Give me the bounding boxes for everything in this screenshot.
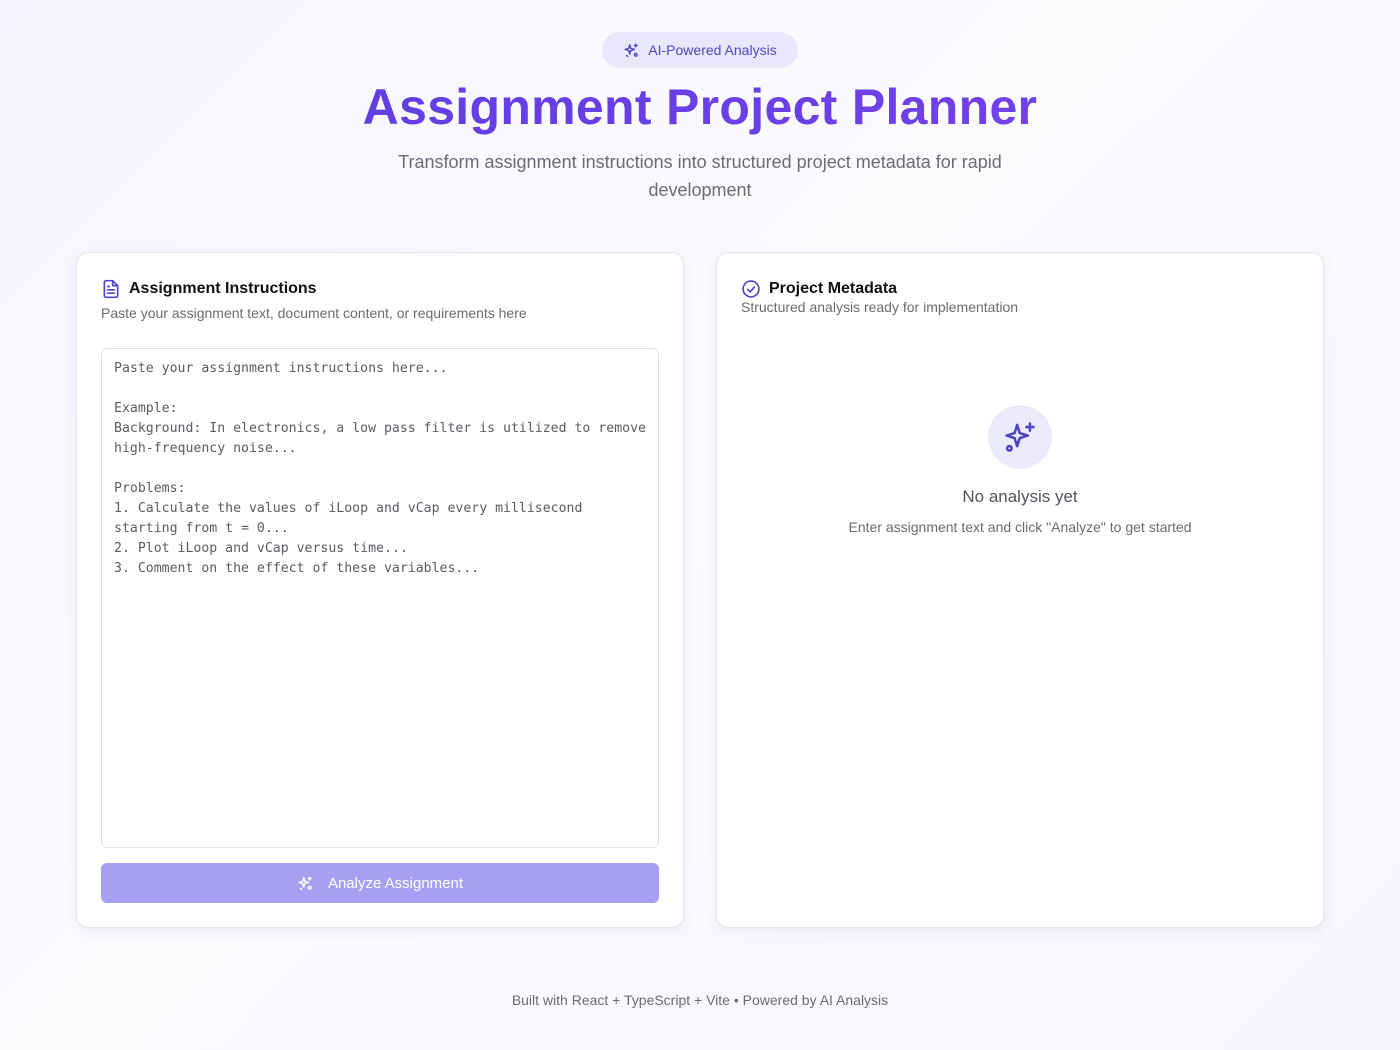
ai-powered-badge: AI-Powered Analysis xyxy=(602,32,798,68)
analyze-button-label: Analyze Assignment xyxy=(327,874,464,892)
empty-state-title: No analysis yet xyxy=(962,487,1078,506)
page-footer: Built with React + TypeScript + Vite • P… xyxy=(511,992,889,1008)
card-title: Project Metadata xyxy=(769,280,898,297)
project-metadata-card: Project Metadata Structured analysis rea… xyxy=(716,252,1324,928)
analyze-assignment-button[interactable]: Analyze Assignment xyxy=(101,863,659,903)
assignment-instructions-card: Assignment Instructions Paste your assig… xyxy=(76,252,684,928)
card-title: Assignment Instructions xyxy=(129,280,317,297)
page-subtitle: Transform assignment instructions into s… xyxy=(398,152,1002,200)
check-circle-icon xyxy=(742,280,760,298)
card-description: Paste your assignment text, document con… xyxy=(101,305,527,321)
page-title: Assignment Project Planner xyxy=(0,78,1400,136)
badge-label: AI-Powered Analysis xyxy=(648,42,777,58)
empty-state-icon-circle xyxy=(988,405,1052,469)
sparkles-icon xyxy=(298,875,312,890)
empty-state-description: Enter assignment text and click "Analyze… xyxy=(848,519,1192,535)
project-metadata-header: Project Metadata xyxy=(741,279,897,299)
assignment-text-input[interactable] xyxy=(101,348,659,848)
sparkles-icon xyxy=(1005,422,1035,452)
document-icon xyxy=(103,279,119,299)
assignment-instructions-header: Assignment Instructions xyxy=(101,279,317,299)
sparkles-icon xyxy=(624,42,639,57)
card-description: Structured analysis ready for implementa… xyxy=(741,299,1019,315)
